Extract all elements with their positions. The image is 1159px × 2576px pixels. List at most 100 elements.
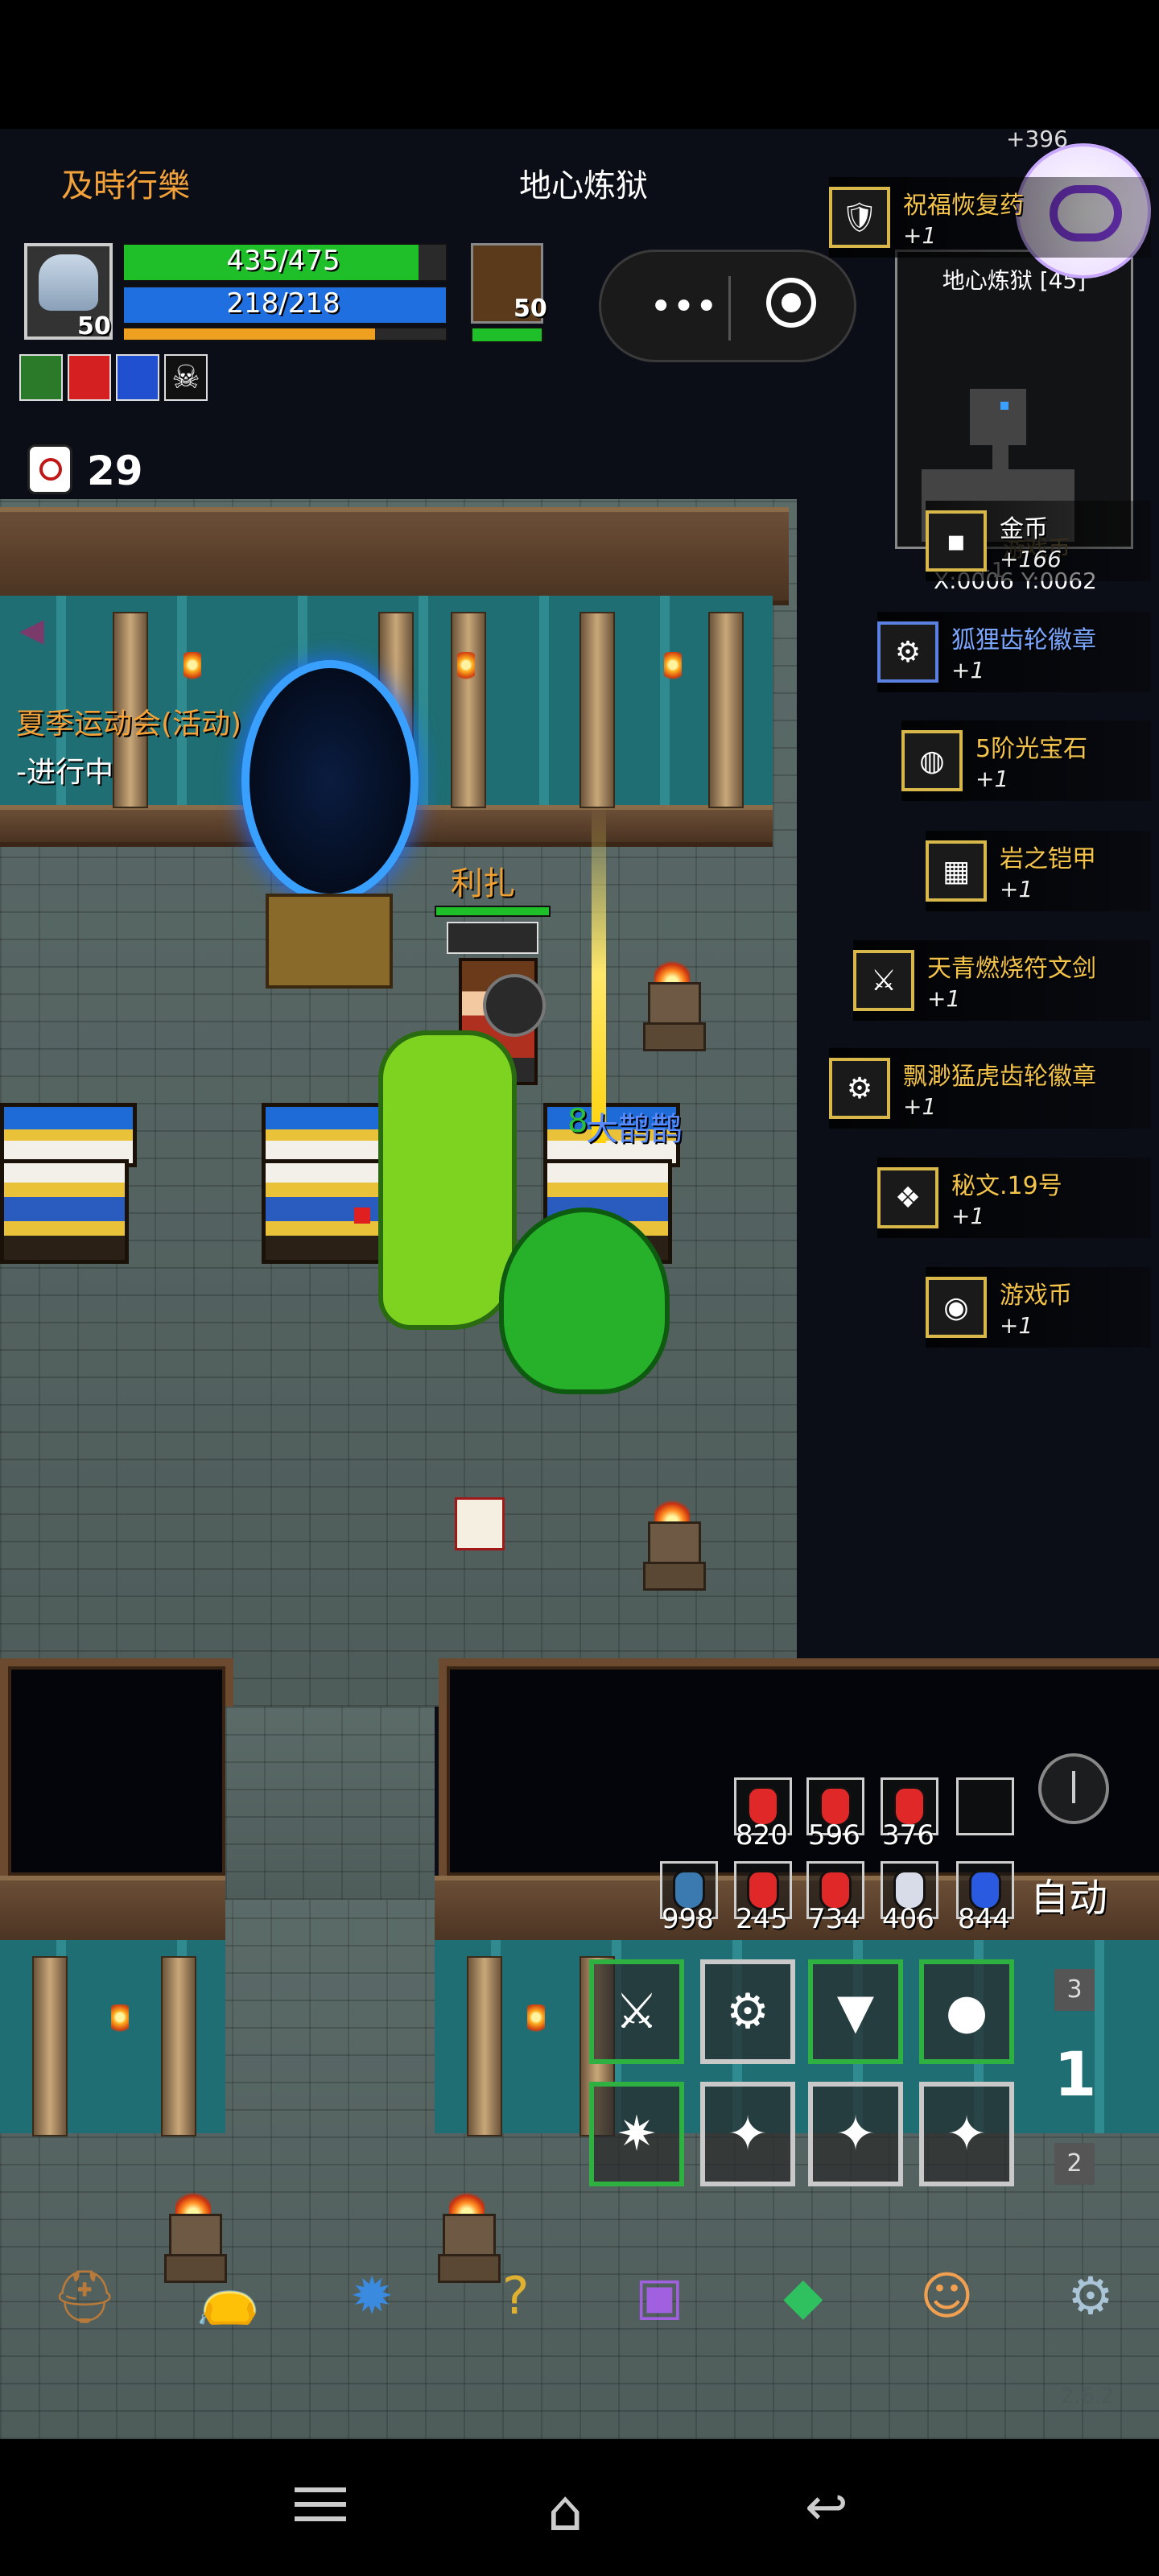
skill-slot-orb[interactable]: ● bbox=[919, 1959, 1014, 2064]
loot-item-count: +1 bbox=[951, 1203, 985, 1229]
exp-bar-fill bbox=[124, 328, 375, 340]
gear-badge-icon: ⚙ bbox=[829, 1058, 890, 1119]
sword-icon: ⚔ bbox=[853, 950, 914, 1011]
coin-icon: ◉ bbox=[926, 1277, 987, 1338]
ally-shield bbox=[483, 974, 546, 1037]
dark-pit bbox=[0, 1658, 233, 1884]
ally-buff-icons bbox=[447, 922, 538, 954]
torch bbox=[664, 652, 682, 684]
skill-slot-gear[interactable]: ⚙ bbox=[700, 1959, 795, 2064]
hp-text: 435/475 bbox=[226, 245, 340, 277]
teleport-portal[interactable] bbox=[241, 660, 419, 902]
gem-icon: ◍ bbox=[901, 730, 963, 791]
armor-icon: 🛡 bbox=[829, 187, 890, 248]
potion-quantity: 820 bbox=[736, 1819, 788, 1852]
loot-item-name: 飘渺猛虎齿轮徽章 bbox=[903, 1063, 1096, 1091]
torch bbox=[184, 652, 201, 684]
skill-slot-empty[interactable]: ✦ bbox=[700, 2082, 795, 2186]
loot-row: 🛡 祝福恢复药 +1 bbox=[829, 177, 1151, 258]
bag-icon[interactable]: 👝 bbox=[192, 2260, 265, 2333]
skill-slot-empty[interactable]: ✦ bbox=[919, 2082, 1014, 2186]
home-icon[interactable]: ⌂ bbox=[547, 2478, 583, 2544]
loot-item-count: +1 bbox=[1000, 876, 1033, 902]
snake-enemy[interactable] bbox=[378, 1030, 517, 1330]
buff-icons: ☠ bbox=[19, 354, 208, 401]
potion-quantity: 844 bbox=[958, 1903, 1010, 1935]
loot-item-name: 狐狸齿轮徽章 bbox=[951, 626, 1096, 654]
loot-item-name: 祝福恢复药 bbox=[903, 192, 1024, 220]
potion-quantity: 245 bbox=[736, 1903, 788, 1935]
scroll-drop-item[interactable] bbox=[455, 1497, 505, 1550]
pillar bbox=[161, 1956, 196, 2136]
damage-number: 8 bbox=[567, 1103, 588, 1140]
loot-row: ◉ 游戏币 +1 bbox=[926, 1267, 1151, 1348]
gear-badge-icon: ⚙ bbox=[877, 621, 938, 683]
companion-hp-bar bbox=[471, 327, 543, 343]
loot-row: ⚙ 飘渺猛虎齿轮徽章 +1 bbox=[829, 1048, 1151, 1129]
potion-quantity: 734 bbox=[808, 1903, 860, 1935]
potion-quantity: 376 bbox=[882, 1819, 934, 1852]
mp-text: 218/218 bbox=[226, 287, 340, 320]
snake-tongue bbox=[354, 1208, 370, 1224]
settings-icon[interactable]: ⚙ bbox=[1054, 2260, 1127, 2333]
portal-card-icon[interactable]: ▣ bbox=[623, 2260, 695, 2333]
pet-icon[interactable]: ☺ bbox=[910, 2260, 983, 2333]
heart-buff-icon bbox=[68, 354, 111, 401]
skill-page-current: 1 bbox=[1054, 2038, 1097, 2110]
back-icon[interactable]: ↩ bbox=[805, 2478, 848, 2537]
skill-page-up-button[interactable]: 3 bbox=[1054, 1969, 1095, 2011]
loot-row: ⚔ 天青燃烧符文剑 +1 bbox=[853, 940, 1151, 1021]
torch bbox=[527, 2004, 545, 2037]
brazier bbox=[640, 958, 706, 1051]
loot-item-count: +1 bbox=[1000, 1312, 1033, 1339]
skill-slot-empty[interactable]: ✦ bbox=[808, 2082, 903, 2186]
loot-item-count: +1 bbox=[903, 1093, 937, 1120]
treasure-chest[interactable] bbox=[262, 1103, 398, 1264]
helmet-icon[interactable]: ⛑ bbox=[48, 2260, 121, 2333]
loot-item-count: +1 bbox=[927, 985, 961, 1012]
skill-slot-beam[interactable]: ▼ bbox=[808, 1959, 903, 2064]
loot-row: ▦ 岩之铠甲 +1 bbox=[926, 831, 1151, 911]
loot-item-count: +166 bbox=[1000, 546, 1062, 572]
loot-item-name: 5阶光宝石 bbox=[975, 735, 1088, 763]
potion-quantity: 596 bbox=[808, 1819, 860, 1852]
portal-pedestal bbox=[266, 894, 393, 989]
brazier bbox=[640, 1497, 706, 1591]
system-navigation-bar: ⌂ ↩ bbox=[0, 2439, 1159, 2576]
pillar bbox=[580, 612, 615, 808]
pillar bbox=[451, 612, 486, 808]
enemy-name: 大鹊鹊 bbox=[586, 1111, 683, 1148]
menu-icon[interactable] bbox=[295, 2487, 346, 2528]
more-menu-icon[interactable]: ••• bbox=[650, 284, 718, 329]
skill-slot-sword[interactable]: ⚔ bbox=[589, 1959, 684, 2064]
tapestry-wall bbox=[435, 1940, 1159, 2133]
loot-item-count: +1 bbox=[903, 222, 937, 249]
emerald-icon[interactable]: ◆ bbox=[767, 2260, 839, 2333]
minimap-room bbox=[970, 389, 1026, 445]
empty-potion-slot[interactable] bbox=[956, 1777, 1014, 1835]
loot-item-count: +1 bbox=[951, 657, 985, 683]
close-miniprogram-icon[interactable] bbox=[766, 278, 816, 328]
loot-item-name: 金币 bbox=[1000, 515, 1048, 543]
skill-slot-burst[interactable]: ✷ bbox=[589, 2082, 684, 2186]
player-level: 50 bbox=[77, 312, 111, 341]
collapse-arrow-icon[interactable]: ◀ bbox=[19, 612, 44, 649]
pillar bbox=[467, 1956, 502, 2136]
gold-coins-icon: ▪ bbox=[926, 510, 987, 572]
event-status: -进行中 bbox=[16, 756, 113, 789]
loot-item-name: 秘文.19号 bbox=[951, 1172, 1062, 1200]
gear-gem-icon[interactable]: ✹ bbox=[336, 2260, 408, 2333]
joystick-lock-button[interactable] bbox=[1038, 1753, 1109, 1824]
quest-icon[interactable]: ? bbox=[480, 2260, 552, 2333]
loot-item-name: 天青燃烧符文剑 bbox=[927, 955, 1096, 983]
green-enemy[interactable] bbox=[499, 1208, 670, 1394]
wall-lower-left bbox=[0, 1876, 225, 1950]
clock-icon bbox=[27, 444, 72, 494]
skill-page-down-button[interactable]: 2 bbox=[1054, 2143, 1095, 2185]
auto-battle-button[interactable]: 自动 bbox=[1030, 1866, 1107, 1922]
pillar bbox=[32, 1956, 68, 2136]
loot-item-count: +1 bbox=[975, 766, 1009, 792]
status-bar-area bbox=[0, 0, 1159, 129]
event-name[interactable]: 夏季运动会(活动) bbox=[16, 700, 241, 742]
treasure-chest[interactable] bbox=[0, 1103, 137, 1264]
